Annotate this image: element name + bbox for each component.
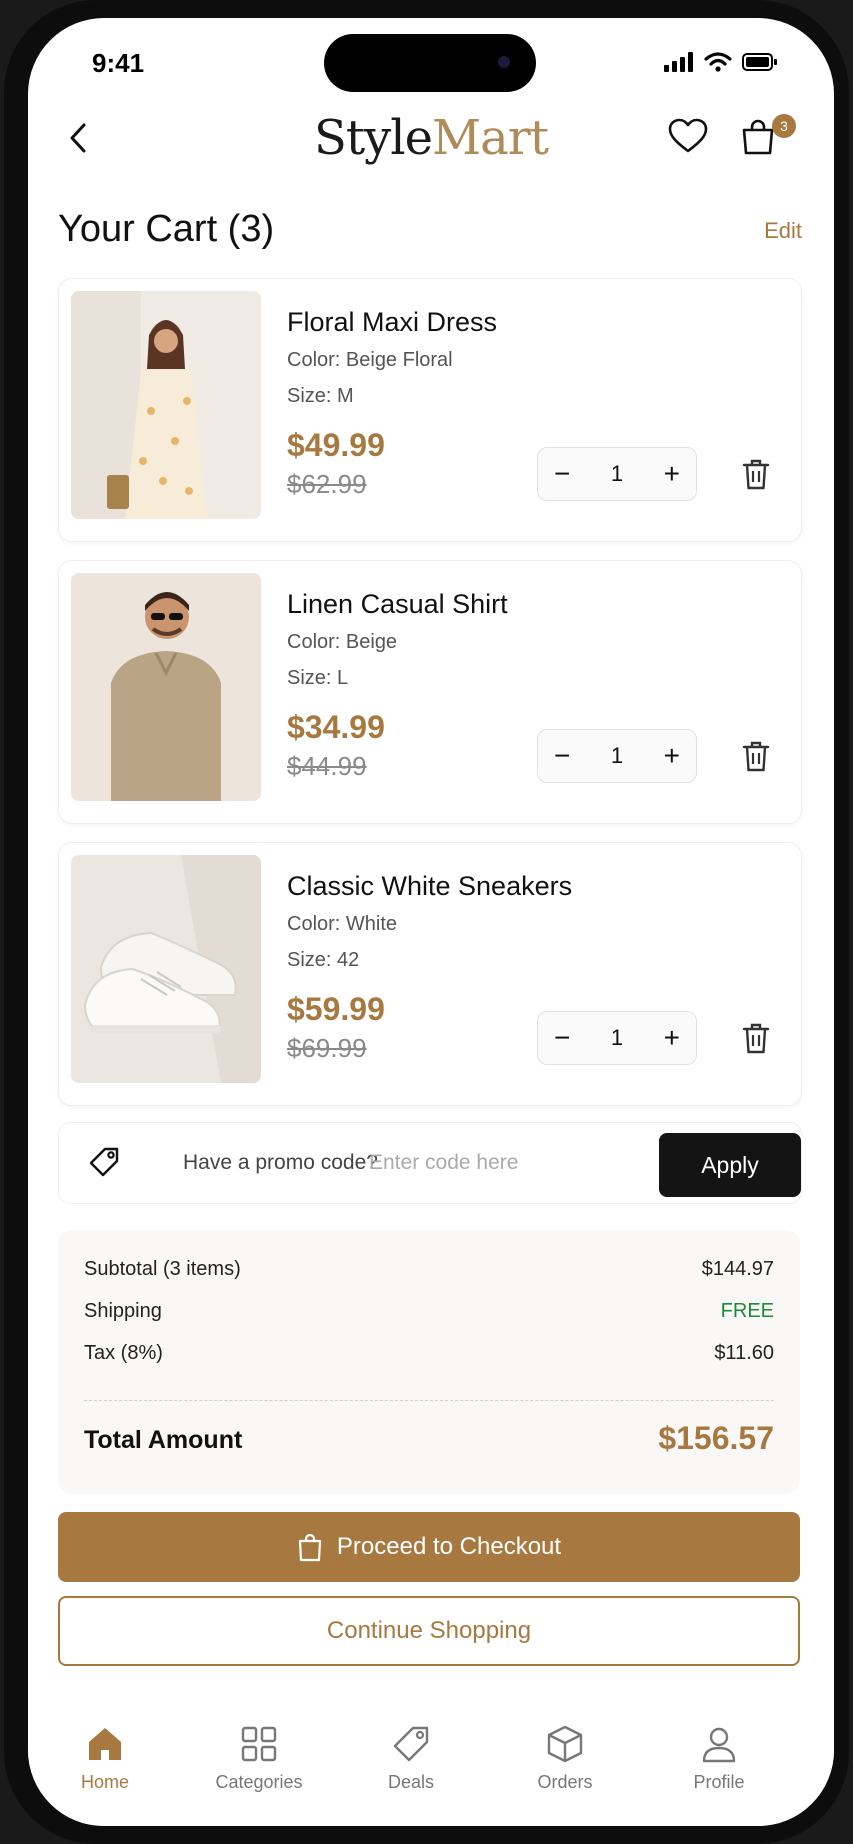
cart-count-badge: 3 [772,114,796,138]
item-color: Color: Beige [287,631,398,653]
app-screen: 9:41 StyleMart 3 Your Cart (3) Edit Flor… [28,18,834,1826]
status-time: 9:41 [92,48,145,78]
nav-item-home[interactable]: Home [28,1724,182,1793]
status-icons [664,52,778,72]
quantity-value: 1 [610,461,624,486]
shopping-bag-icon [742,119,774,155]
quantity-value: 1 [610,743,624,768]
box-icon [547,1725,583,1763]
home-icon [89,1728,121,1760]
wishlist-button[interactable] [668,118,708,159]
item-size: Size: L [287,667,349,689]
heart-icon [668,118,708,153]
wifi-icon [704,52,732,72]
nav-label: Profile [693,1772,745,1792]
nav-label: Orders [537,1772,593,1792]
camera-icon [498,56,510,68]
decrease-button[interactable]: − [554,740,570,772]
continue-shopping-button[interactable]: Continue Shopping [58,1596,800,1666]
quantity-stepper: − 1 + [537,1011,697,1065]
promo-code-section: Have a promo code? Apply [58,1122,802,1204]
nav-item-categories[interactable]: Categories [182,1724,336,1793]
item-size: Size: 42 [287,949,360,971]
cart-button[interactable] [740,118,776,161]
shipping-row: Shipping FREE [84,1300,774,1323]
subtotal-value: $144.97 [701,1258,774,1280]
total-label: Total Amount [84,1426,243,1454]
item-old-price: $44.99 [287,751,367,781]
trash-icon [742,1023,770,1054]
cart-item: Classic White Sneakers Color: White Size… [58,842,802,1106]
nav-label: Deals [387,1772,435,1792]
signal-icon [664,52,693,72]
phone-frame: 9:41 StyleMart 3 Your Cart (3) Edit Flor… [4,0,849,1844]
tax-label: Tax (8%) [84,1342,163,1364]
decrease-button[interactable]: − [554,458,570,490]
checkout-label: Proceed to Checkout [336,1533,562,1560]
increase-button[interactable]: + [664,458,680,490]
tag-icon [87,1145,121,1184]
tax-row: Tax (8%) $11.60 [84,1342,774,1365]
increase-button[interactable]: + [664,1022,680,1054]
item-old-price: $69.99 [287,1033,367,1063]
product-image-shirt[interactable] [71,573,261,801]
item-price: $49.99 [287,427,385,463]
order-summary: Subtotal (3 items) $144.97 Shipping FREE T… [58,1230,800,1494]
item-price: $59.99 [287,991,385,1027]
item-color: Color: Beige Floral [287,349,453,371]
nav-item-profile[interactable]: Profile [642,1724,796,1793]
cart-item: Floral Maxi Dress Color: Beige Floral Si… [58,278,802,542]
product-image-sneakers[interactable] [71,855,261,1083]
increase-button[interactable]: + [664,740,680,772]
checkout-button[interactable]: Proceed to Checkout [58,1512,800,1582]
nav-label: Categories [215,1772,303,1792]
shipping-value: FREE [720,1300,774,1322]
brand-logo: StyleMart [28,110,834,166]
item-name[interactable]: Floral Maxi Dress [287,307,497,338]
trash-icon [742,459,770,490]
logo-part-mart: Mart [432,110,549,166]
tag-icon [393,1726,429,1762]
battery-icon [742,53,777,71]
item-name[interactable]: Linen Casual Shirt [287,589,508,620]
nav-item-deals[interactable]: Deals [334,1724,488,1793]
decrease-button[interactable]: − [554,1022,570,1054]
grid-icon [241,1726,277,1762]
item-old-price: $62.99 [287,469,367,499]
subtotal-row: Subtotal (3 items) $144.97 [84,1258,774,1281]
promo-code-input[interactable] [367,1141,591,1185]
logo-part-style: Style [313,110,433,166]
trash-icon [742,741,770,772]
nav-item-orders[interactable]: Orders [488,1724,642,1793]
shipping-label: Shipping [84,1300,162,1322]
nav-label: Home [80,1772,129,1792]
tax-value: $11.60 [714,1342,774,1364]
promo-question: Have a promo code? [183,1151,378,1174]
quantity-stepper: − 1 + [537,729,697,783]
product-image-dress[interactable] [71,291,261,519]
summary-divider [84,1400,774,1401]
page-title: Your Cart (3) [58,208,275,250]
apply-button[interactable]: Apply [659,1133,801,1197]
item-color: Color: White [287,913,398,935]
quantity-value: 1 [610,1025,624,1050]
item-price: $34.99 [287,709,385,745]
cart-item: Linen Casual Shirt Color: Beige Size: L … [58,560,802,824]
user-icon [702,1727,736,1763]
shopping-bag-icon [298,1533,322,1562]
edit-button[interactable]: Edit [764,218,802,244]
remove-item-button[interactable] [741,1021,771,1060]
remove-item-button[interactable] [741,739,771,778]
continue-label: Continue Shopping [326,1617,532,1644]
item-size: Size: M [287,385,354,407]
remove-item-button[interactable] [741,457,771,496]
subtotal-label: Subtotal (3 items) [84,1258,241,1280]
bottom-nav: Home Categories Deals Orders Profile [28,1688,834,1826]
item-name[interactable]: Classic White Sneakers [287,871,572,902]
quantity-stepper: − 1 + [537,447,697,501]
total-value: $156.57 [658,1420,774,1456]
dynamic-island [324,34,536,92]
